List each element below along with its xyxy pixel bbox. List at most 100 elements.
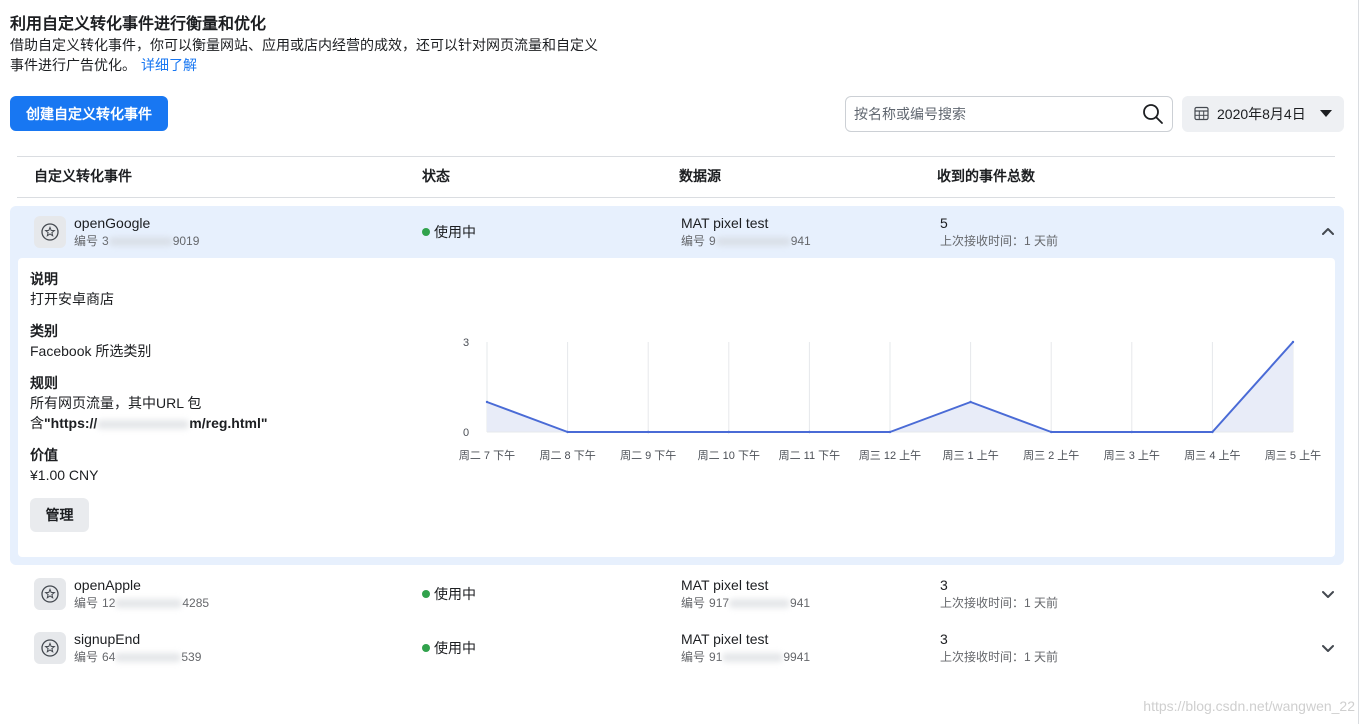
rule-value-line-2: 含"https:// m/reg.html" (30, 414, 268, 432)
redacted-text (108, 237, 173, 247)
star-circle-icon (41, 639, 59, 657)
x-tick-label: 周三 12 上午 (859, 449, 921, 462)
search-input[interactable] (854, 97, 1134, 131)
events-chart: 周二 7 下午 周二 8 下午 周二 9 下午 周二 10 下午 周二 11 下午 周三 … (459, 337, 1321, 462)
data-point (969, 400, 972, 404)
redacted-text (115, 599, 183, 609)
event-id: 编号 12 4285 (74, 595, 209, 611)
star-circle-icon (41, 223, 59, 241)
star-circle-icon (41, 585, 59, 603)
id-prefix: 91 (709, 650, 723, 664)
x-tick-label: 周二 8 下午 (539, 449, 595, 462)
event-name: signupEnd (74, 631, 141, 647)
data-point (566, 430, 569, 434)
id-suffix: 941 (790, 596, 811, 610)
status-dot (422, 590, 430, 598)
redacted-text (115, 653, 182, 663)
calendar-icon (1194, 106, 1209, 121)
last-received: 上次接收时间：1 天前 (940, 596, 1059, 610)
event-count: 5 (940, 215, 948, 231)
description-text: 借助自定义转化事件，你可以衡量网站、应用或店内经营的成效，还可以针对网页流量和自… (10, 37, 598, 53)
y-tick-label: 0 (463, 427, 469, 439)
x-tick-label: 周三 2 上午 (1023, 449, 1079, 462)
event-icon-box (34, 216, 66, 248)
status-dot (422, 644, 430, 652)
x-tick-label: 周三 1 上午 (942, 449, 998, 462)
data-point (808, 430, 811, 434)
event-icon-box (34, 578, 66, 610)
data-source-id: 编号 91 9941 (681, 649, 810, 665)
id-suffix: 9941 (783, 650, 811, 664)
chevron-up-icon[interactable] (1322, 226, 1334, 238)
redacted-text (729, 599, 791, 609)
id-prefix: 9 (709, 234, 716, 248)
description-label: 说明 (30, 271, 58, 287)
description-text: 事件进行广告优化。 (10, 57, 136, 73)
status-label: 使用中 (434, 586, 476, 602)
page-description-line-2: 事件进行广告优化。 详细了解 (10, 55, 197, 75)
category-label: 类别 (30, 323, 58, 339)
last-received: 上次接收时间：1 天前 (940, 234, 1059, 248)
id-prefix: 3 (102, 234, 109, 248)
search-icon[interactable] (1142, 103, 1164, 125)
data-point (1211, 430, 1214, 434)
rule-url: "https:// m/reg.html" (44, 415, 268, 431)
chevron-down-icon[interactable] (1322, 642, 1334, 654)
chevron-down-icon[interactable] (1322, 588, 1334, 600)
rule-url-start: "https:// (44, 415, 98, 431)
redacted-text (97, 419, 190, 429)
data-source-id: 编号 9 941 (681, 233, 811, 249)
page-description-line-1: 借助自定义转化事件，你可以衡量网站、应用或店内经营的成效，还可以针对网页流量和自… (10, 35, 598, 55)
create-custom-conversion-button[interactable]: 创建自定义转化事件 (10, 96, 168, 131)
id-prefix: 917 (709, 596, 730, 610)
id-label: 编号 (681, 596, 706, 610)
data-source-id: 编号 917 941 (681, 595, 810, 611)
id-label: 编号 (74, 596, 99, 610)
id-suffix: 9019 (172, 234, 200, 248)
caret-down-icon (1320, 110, 1332, 117)
x-tick-label: 周三 5 上午 (1265, 449, 1321, 462)
column-header-source: 数据源 (679, 168, 721, 184)
learn-more-link[interactable]: 详细了解 (141, 57, 197, 73)
x-tick-label: 周二 9 下午 (620, 449, 676, 462)
id-label: 编号 (681, 650, 706, 664)
event-count: 3 (940, 631, 948, 647)
event-id: 编号 3 9019 (74, 233, 199, 249)
data-point (727, 430, 730, 434)
table-row[interactable]: openGoogle 编号 3 9019 使用中 MAT pixel test 编号… (10, 206, 1344, 565)
manage-button[interactable]: 管理 (30, 498, 89, 532)
last-received: 上次接收时间：1 天前 (940, 650, 1059, 664)
description-value: 打开安卓商店 (30, 291, 114, 307)
id-prefix: 12 (102, 596, 116, 610)
y-tick-label: 3 (463, 337, 469, 349)
value-label: 价值 (30, 447, 58, 463)
table-top-divider (17, 156, 1335, 157)
column-header-status: 状态 (422, 168, 450, 184)
search-box[interactable] (845, 96, 1173, 132)
event-name: openApple (74, 577, 141, 593)
status-label: 使用中 (434, 640, 476, 656)
date-range-dropdown[interactable]: 2020年8月4日 (1182, 96, 1344, 132)
status-label: 使用中 (434, 224, 476, 240)
id-suffix: 941 (790, 234, 811, 248)
x-tick-label: 周三 3 上午 (1104, 449, 1160, 462)
data-point (1050, 430, 1053, 434)
id-suffix: 539 (181, 650, 202, 664)
x-tick-label: 周二 10 下午 (698, 449, 760, 462)
event-icon-box (34, 632, 66, 664)
redacted-text (722, 653, 784, 663)
rule-value-line-1: 所有网页流量，其中URL 包 (30, 395, 202, 411)
event-count: 3 (940, 577, 948, 593)
data-source-name: MAT pixel test (681, 577, 769, 593)
watermark-text: https://blog.csdn.net/wangwen_22 (1143, 698, 1355, 714)
data-point (1291, 340, 1295, 344)
data-point (485, 400, 489, 404)
data-source-name: MAT pixel test (681, 215, 769, 231)
category-value: Facebook 所选类别 (30, 343, 152, 359)
table-row[interactable]: openApple 编号 12 4285 使用中 MAT pixel test 编号… (10, 568, 1344, 620)
scrollbar-edge (1358, 0, 1359, 724)
id-label: 编号 (74, 650, 99, 664)
event-name: openGoogle (74, 215, 151, 231)
table-row[interactable]: signupEnd 编号 64 539 使用中 MAT pixel test 编号 9… (10, 622, 1344, 674)
id-label: 编号 (74, 234, 99, 248)
